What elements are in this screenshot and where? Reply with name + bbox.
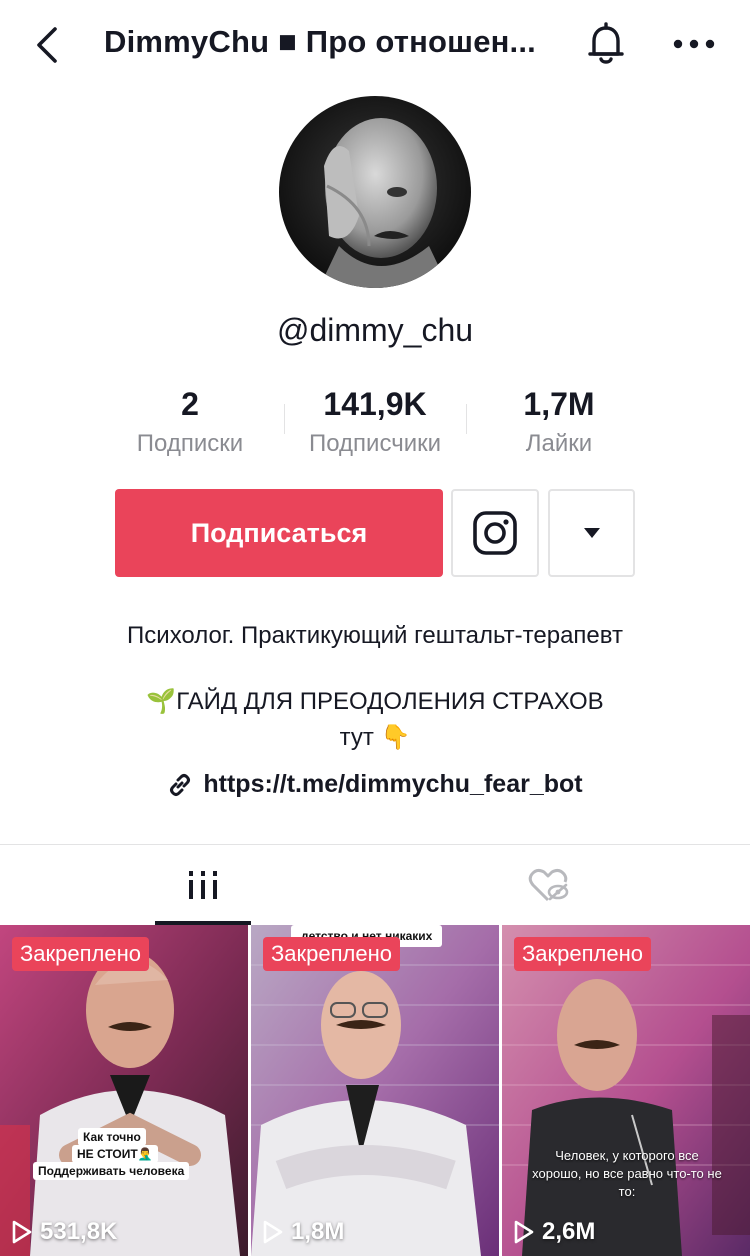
caret-down-icon <box>583 528 600 538</box>
video-thumbnail[interactable]: Человек, у которого все хорошо, но все р… <box>502 925 750 1256</box>
bio-text: Психолог. Практикующий гештальт-терапевт <box>127 622 623 649</box>
back-button[interactable] <box>22 20 72 70</box>
video-thumbnail[interactable]: Как точно НЕ СТОИТ🤦‍♂️ Поддерживать чело… <box>0 925 248 1256</box>
video-caption: НЕ СТОИТ🤦‍♂️ <box>72 1145 158 1163</box>
chevron-left-icon <box>37 27 57 63</box>
bio-text-line: тут 👇 <box>339 724 411 751</box>
avatar[interactable] <box>279 96 471 288</box>
video-thumbnail[interactable]: детство и нет никаких Закреплено 1,8M <box>251 925 499 1256</box>
bio-text-line: 🌱ГАЙД ДЛЯ ПРЕОДОЛЕНИЯ СТРАХОВ <box>146 688 604 715</box>
likes-stat[interactable]: 1,7M Лайки <box>469 386 649 458</box>
more-options-button[interactable] <box>668 18 720 70</box>
following-label: Подписки <box>136 430 244 457</box>
following-stat[interactable]: 2 Подписки <box>100 386 280 458</box>
video-caption: Человек, у которого все хорошо, но все р… <box>532 1148 722 1199</box>
bell-icon <box>588 22 624 64</box>
play-icon <box>263 1220 283 1244</box>
profile-tabs <box>0 845 750 925</box>
view-count: 1,8M <box>263 1218 344 1246</box>
video-grid-icon <box>188 871 217 899</box>
video-caption: Как точно <box>78 1128 146 1146</box>
video-caption: Поддерживать человека <box>33 1162 190 1180</box>
followers-label: Подписчики <box>308 430 442 457</box>
pinned-badge: Закреплено <box>12 937 149 971</box>
following-count: 2 <box>181 386 199 422</box>
suggested-accounts-dropdown[interactable] <box>548 489 635 577</box>
follow-button[interactable]: Подписаться <box>115 489 443 577</box>
play-icon <box>12 1220 32 1244</box>
more-dots-icon <box>673 39 715 49</box>
bio-link-text: https://t.me/dimmychu_fear_bot <box>203 770 583 798</box>
likes-label: Лайки <box>525 430 593 457</box>
notifications-button[interactable] <box>580 18 632 70</box>
instagram-icon <box>473 511 517 555</box>
likes-count: 1,7M <box>523 386 595 422</box>
followers-stat[interactable]: 141,9K Подписчики <box>285 386 465 458</box>
instagram-button[interactable] <box>451 489 539 577</box>
video-grid: Как точно НЕ СТОИТ🤦‍♂️ Поддерживать чело… <box>0 925 750 1256</box>
tab-liked-private[interactable] <box>360 845 735 925</box>
link-icon <box>170 773 191 796</box>
page-title: DimmyChu ■ Про отношен... <box>104 24 536 59</box>
followers-count: 141,9K <box>323 386 427 422</box>
pinned-badge: Закреплено <box>263 937 400 971</box>
play-icon <box>514 1220 534 1244</box>
view-count-text: 1,8M <box>291 1218 345 1245</box>
stat-divider <box>466 404 467 434</box>
view-count: 531,8K <box>12 1218 117 1246</box>
view-count-text: 2,6M <box>542 1218 596 1245</box>
username: @dimmy_chu <box>276 312 474 348</box>
profile-stats: 2 Подписки 141,9K Подписчики 1,7M Лайки <box>0 386 750 466</box>
view-count-text: 531,8K <box>40 1218 118 1245</box>
top-nav-bar: DimmyChu ■ Про отношен... <box>0 0 750 88</box>
bio-link[interactable]: https://t.me/dimmychu_fear_bot <box>0 770 750 799</box>
pinned-badge: Закреплено <box>514 937 651 971</box>
hidden-likes-icon <box>528 868 568 902</box>
tab-videos[interactable] <box>15 845 390 925</box>
view-count: 2,6M <box>514 1218 595 1246</box>
